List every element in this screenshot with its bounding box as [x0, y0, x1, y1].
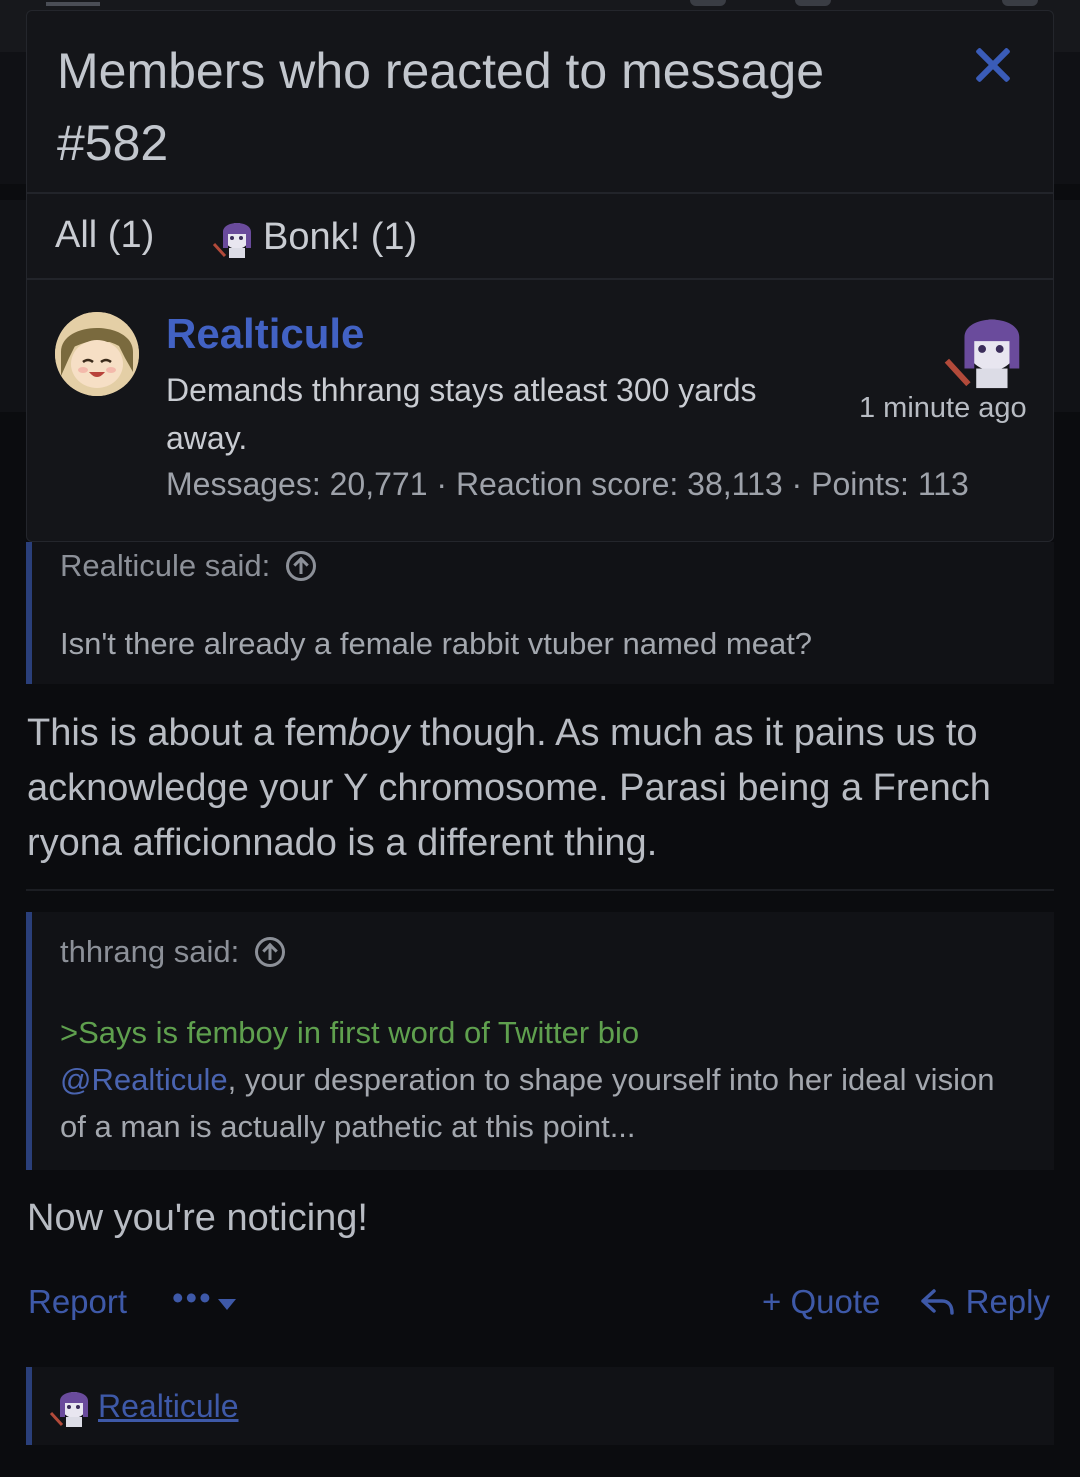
- member-name-link[interactable]: Realticule: [166, 310, 364, 358]
- reaction-timestamp: 1 minute ago: [859, 392, 1027, 424]
- more-options-icon[interactable]: •••: [172, 1279, 213, 1317]
- quote-block: thhrang said: >Says is femboy in first w…: [26, 912, 1054, 1170]
- quote-block: Realticule said: Isn't there already a f…: [26, 542, 1054, 684]
- quote-header[interactable]: thhrang said:: [60, 934, 286, 970]
- member-row: Realticule Demands thhrang stays atleast…: [27, 280, 1053, 540]
- reactions-bar[interactable]: Realticule: [26, 1367, 1054, 1445]
- search-icon[interactable]: [1002, 0, 1038, 6]
- chevron-down-icon[interactable]: [218, 1299, 236, 1310]
- post-text-part: This is about a fem: [27, 712, 349, 754]
- bonk-reaction-icon: [49, 1392, 88, 1427]
- tab-all[interactable]: All (1): [55, 214, 154, 257]
- dialog-title: Members who reacted to message #582: [57, 43, 825, 171]
- menu-icon[interactable]: [46, 2, 100, 6]
- post-italic-text: boy: [348, 712, 410, 754]
- quote-author: thhrang said:: [60, 934, 240, 969]
- greentext: >Says is femboy in first word of Twitter…: [60, 1015, 640, 1050]
- quote-header[interactable]: Realticule said:: [60, 548, 317, 584]
- member-stats: Messages: 20,771 · Reaction score: 38,11…: [166, 466, 969, 502]
- tab-bonk-label: Bonk! (1): [263, 215, 418, 258]
- jump-up-icon[interactable]: [286, 551, 317, 581]
- member-user-title: Demands thhrang stays atleast 300 yards …: [166, 372, 757, 456]
- avatar[interactable]: [55, 312, 139, 396]
- reactions-dialog: Members who reacted to message #582 All …: [26, 10, 1054, 542]
- reply-button[interactable]: Reply: [920, 1283, 1050, 1321]
- user-mention-link[interactable]: @Realticule: [60, 1062, 228, 1097]
- post-body: Now you're noticing!: [27, 1197, 368, 1239]
- post-actions: Report ••• + Quote Reply: [28, 1279, 1052, 1327]
- tab-bonk[interactable]: Bonk! (1): [211, 214, 417, 260]
- reaction-tabs: All (1) Bonk! (1): [27, 194, 1053, 280]
- quote-author: Realticule said:: [60, 548, 271, 583]
- quote-text: Isn't there already a female rabbit vtub…: [60, 626, 813, 661]
- post-body: This is about a femboy though. As much a…: [27, 706, 1037, 871]
- bonk-reaction-icon: [944, 319, 1020, 389]
- jump-up-icon[interactable]: [255, 937, 286, 967]
- nav-icon[interactable]: [690, 0, 726, 6]
- reaction-user-link[interactable]: Realticule: [98, 1388, 239, 1425]
- reply-icon: [921, 1289, 955, 1315]
- report-button[interactable]: Report: [28, 1283, 127, 1321]
- close-icon[interactable]: [971, 43, 1015, 87]
- reply-label: Reply: [965, 1283, 1050, 1320]
- divider: [26, 889, 1054, 891]
- quote-text: >Says is femboy in first word of Twitter…: [60, 1009, 1020, 1150]
- bonk-reaction-icon: [212, 223, 251, 258]
- alerts-icon[interactable]: [795, 0, 831, 6]
- dialog-header: Members who reacted to message #582: [27, 11, 1053, 194]
- quote-button[interactable]: + Quote: [762, 1283, 880, 1321]
